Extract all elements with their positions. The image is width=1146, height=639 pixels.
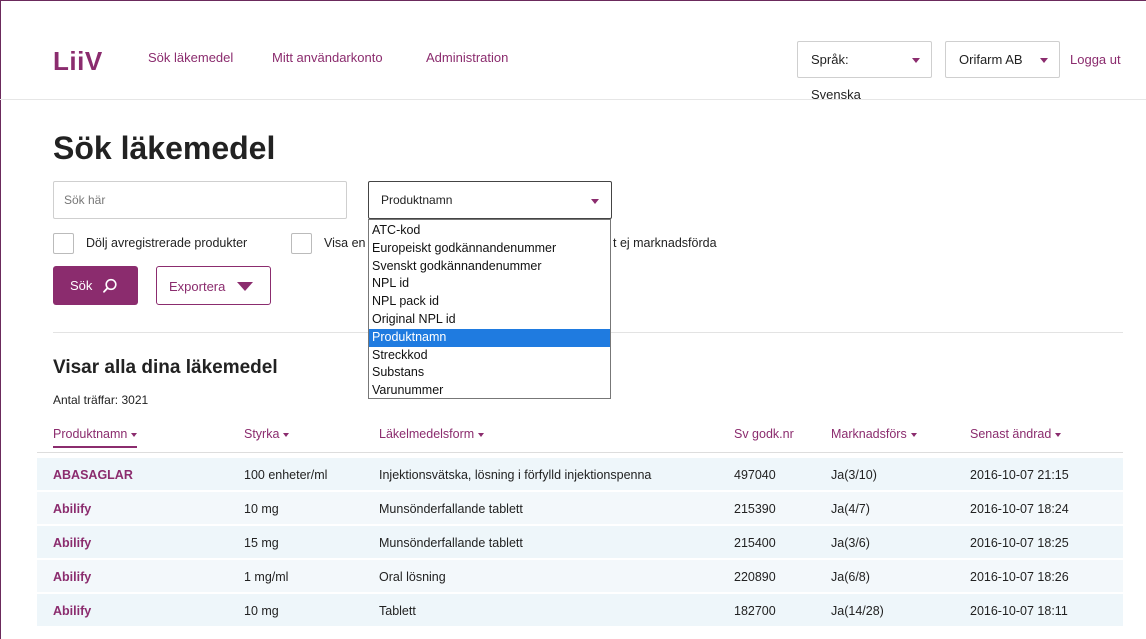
- search-icon: [103, 278, 117, 293]
- cell-marknadsfors: Ja(4/7): [831, 502, 870, 516]
- cell-sv-godk-nr: 215390: [734, 502, 776, 516]
- search-button[interactable]: Sök: [53, 266, 138, 305]
- table-row[interactable]: Abilify 15 mg Munsönderfallande tablett …: [37, 526, 1123, 559]
- nav-mitt-anvandarkonto[interactable]: Mitt användarkonto: [272, 50, 383, 65]
- column-header-marknadsfors[interactable]: Marknadsförs: [831, 427, 917, 441]
- nav-administration[interactable]: Administration: [426, 50, 508, 65]
- search-input[interactable]: [53, 181, 347, 219]
- chevron-down-icon: [912, 58, 920, 63]
- sort-arrow-icon: [1055, 432, 1062, 437]
- cell-lakemedelsform: Injektionsvätska, lösning i förfylld inj…: [379, 468, 652, 482]
- sort-arrow-icon: [910, 432, 917, 437]
- dropdown-option-europeiskt-godkannandenummer[interactable]: Europeiskt godkännandenummer: [369, 240, 610, 258]
- column-header-sv-godk-nr[interactable]: Sv godk.nr: [734, 427, 794, 441]
- search-field-dropdown: ATC-kod Europeiskt godkännandenummer Sve…: [368, 219, 611, 399]
- search-button-label: Sök: [70, 278, 93, 293]
- chevron-down-icon: [591, 199, 599, 204]
- cell-styrka: 15 mg: [244, 536, 279, 550]
- dropdown-option-produktnamn[interactable]: Produktnamn: [369, 328, 610, 347]
- search-field-select[interactable]: Produktnamn: [368, 181, 612, 219]
- cell-styrka: 10 mg: [244, 502, 279, 516]
- cell-lakemedelsform: Oral lösning: [379, 570, 446, 584]
- cell-senast-andrad: 2016-10-07 21:15: [970, 468, 1069, 482]
- liiv-logo[interactable]: LiiV: [53, 46, 103, 77]
- table-row[interactable]: Abilify 10 mg Tablett 182700 Ja(14/28) 2…: [37, 594, 1123, 627]
- cell-marknadsfors: Ja(6/8): [831, 570, 870, 584]
- cell-lakemedelsform: Munsönderfallande tablett: [379, 536, 523, 550]
- cell-sv-godk-nr: 182700: [734, 604, 776, 618]
- cell-senast-andrad: 2016-10-07 18:11: [970, 604, 1068, 618]
- dropdown-option-npl-pack-id[interactable]: NPL pack id: [369, 293, 610, 311]
- cell-marknadsfors: Ja(14/28): [831, 604, 884, 618]
- checkbox-hide-deregistered-label: Dölj avregistrerade produkter: [86, 236, 248, 250]
- dropdown-option-original-npl-id[interactable]: Original NPL id: [369, 311, 610, 329]
- dropdown-option-streckkod[interactable]: Streckkod: [369, 347, 610, 365]
- cell-senast-andrad: 2016-10-07 18:26: [970, 570, 1069, 584]
- cell-sv-godk-nr: 497040: [734, 468, 776, 482]
- sort-arrow-icon: [131, 432, 138, 437]
- caret-down-icon: [237, 282, 253, 291]
- cell-produktnamn[interactable]: Abilify: [53, 502, 91, 516]
- cell-marknadsfors: Ja(3/10): [831, 468, 877, 482]
- cell-produktnamn[interactable]: Abilify: [53, 570, 91, 584]
- cell-styrka: 100 enheter/ml: [244, 468, 328, 482]
- export-button[interactable]: Exportera: [156, 266, 271, 305]
- page-title: Sök läkemedel: [53, 130, 276, 166]
- sort-arrow-icon: [478, 432, 485, 437]
- logout-link[interactable]: Logga ut: [1070, 52, 1121, 67]
- cell-marknadsfors: Ja(3/6): [831, 536, 870, 550]
- table-row[interactable]: Abilify 10 mg Munsönderfallande tablett …: [37, 492, 1123, 525]
- language-select[interactable]: Språk: Svenska: [797, 41, 932, 102]
- column-header-senast-andrad[interactable]: Senast ändrad: [970, 427, 1062, 441]
- company-select[interactable]: Orifarm AB: [945, 41, 1060, 78]
- table-row[interactable]: ABASAGLAR 100 enheter/ml Injektionsvätsk…: [37, 458, 1123, 491]
- cell-lakemedelsform: Tablett: [379, 604, 416, 618]
- dropdown-option-substans[interactable]: Substans: [369, 364, 610, 382]
- search-field-select-value: Produktnamn: [381, 193, 453, 207]
- chevron-down-icon: [1040, 58, 1048, 63]
- sort-arrow-icon: [283, 432, 290, 437]
- dropdown-option-npl-id[interactable]: NPL id: [369, 275, 610, 293]
- column-header-produktnamn[interactable]: Produktnamn: [53, 427, 138, 448]
- checkbox-show-partial-row: Visa en: [291, 233, 371, 255]
- cell-styrka: 10 mg: [244, 604, 279, 618]
- column-header-lakemedelsform[interactable]: Läkelmedelsform: [379, 427, 485, 441]
- cell-produktnamn[interactable]: ABASAGLAR: [53, 468, 133, 482]
- results-count: Antal träffar: 3021: [53, 393, 149, 407]
- cell-senast-andrad: 2016-10-07 18:25: [970, 536, 1069, 550]
- checkbox-not-marketed-row: t ej marknadsförda: [613, 233, 743, 255]
- dropdown-option-svenskt-godkannandenummer[interactable]: Svenskt godkännandenummer: [369, 258, 610, 276]
- cell-sv-godk-nr: 215400: [734, 536, 776, 550]
- dropdown-option-atc-kod[interactable]: ATC-kod: [369, 222, 610, 240]
- cell-produktnamn[interactable]: Abilify: [53, 604, 91, 618]
- cell-senast-andrad: 2016-10-07 18:24: [970, 502, 1069, 516]
- column-header-styrka[interactable]: Styrka: [244, 427, 290, 441]
- company-select-value: Orifarm AB: [959, 52, 1023, 67]
- top-header: LiiV Sök läkemedel Mitt användarkonto Ad…: [0, 0, 1146, 102]
- checkbox-hide-deregistered[interactable]: [53, 233, 74, 254]
- export-button-label: Exportera: [169, 279, 226, 294]
- language-select-value: Språk: Svenska: [811, 52, 861, 102]
- cell-lakemedelsform: Munsönderfallande tablett: [379, 502, 523, 516]
- dropdown-option-varunummer[interactable]: Varunummer: [369, 382, 610, 400]
- checkbox-show-partial[interactable]: [291, 233, 312, 254]
- table-row[interactable]: Abilify 1 mg/ml Oral lösning 220890 Ja(6…: [37, 560, 1123, 593]
- nav-sok-lakemedel[interactable]: Sök läkemedel: [148, 50, 233, 65]
- results-title: Visar alla dina läkemedel: [53, 357, 278, 378]
- checkbox-not-marketed-label: t ej marknadsförda: [613, 236, 717, 250]
- cell-sv-godk-nr: 220890: [734, 570, 776, 584]
- table-header-divider: [37, 452, 1123, 453]
- cell-styrka: 1 mg/ml: [244, 570, 289, 584]
- cell-produktnamn[interactable]: Abilify: [53, 536, 91, 550]
- checkbox-show-partial-label: Visa en: [324, 236, 366, 250]
